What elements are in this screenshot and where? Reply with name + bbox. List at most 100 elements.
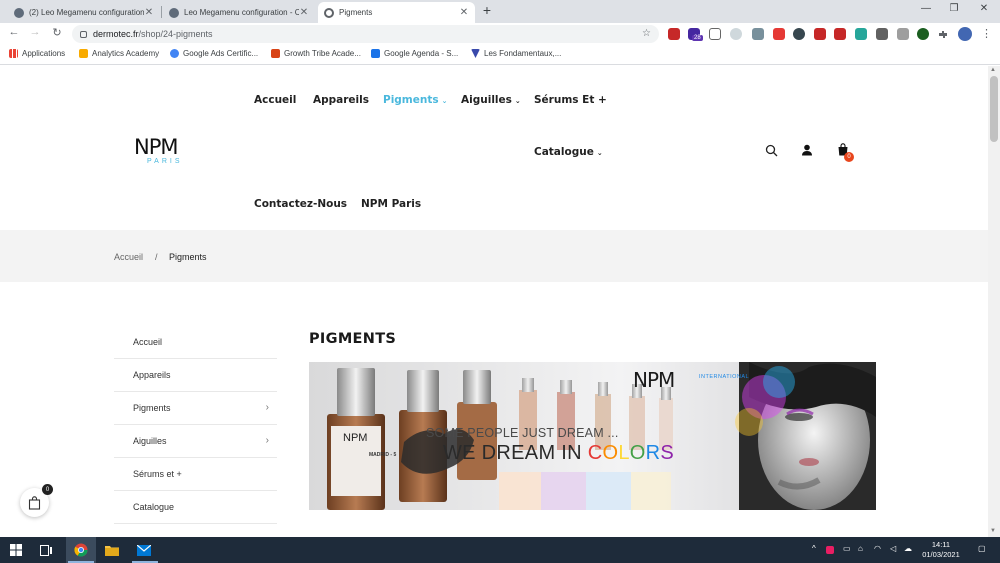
windows-start-icon[interactable] — [8, 542, 24, 558]
apps-grid-icon — [9, 49, 18, 58]
window-minimize-button[interactable]: — — [918, 3, 934, 14]
chevron-down-icon: ⌄ — [441, 97, 448, 105]
network-icon[interactable]: ⌂ — [858, 544, 863, 553]
scroll-up-icon[interactable]: ▲ — [990, 67, 996, 73]
extension-icon[interactable] — [834, 28, 846, 40]
tab-close-icon[interactable]: ✕ — [459, 7, 469, 18]
nav-appareils[interactable]: Appareils — [313, 94, 369, 106]
bookmark-item[interactable]: Growth Tribe Acade... — [271, 49, 361, 58]
address-bar[interactable]: dermotec.fr/shop/24-pigments ☆ — [72, 25, 659, 43]
sidebar-item-accueil[interactable]: Accueil — [114, 326, 277, 359]
notifications-icon[interactable]: ▢ — [978, 544, 986, 553]
bookmark-item[interactable]: Les Fondamentaux,... — [471, 49, 561, 58]
analytics-icon — [79, 49, 88, 58]
banner-colors-letter: O — [629, 442, 646, 464]
tab-favicon-icon — [169, 7, 179, 18]
browser-menu-icon[interactable]: ⋮ — [981, 27, 992, 40]
banner-colors-letter: R — [645, 442, 661, 464]
browser-tab-active[interactable]: Pigments ✕ — [318, 2, 475, 23]
banner-logo-sub: INTERNATIONAL — [699, 374, 750, 380]
page-title: PIGMENTS — [309, 331, 397, 347]
banner-colors-letter: S — [660, 442, 675, 464]
banner-colors-letter: L — [618, 442, 630, 464]
breadcrumb-separator: / — [155, 252, 158, 262]
wifi-icon[interactable]: ◠ — [874, 544, 881, 553]
bookmark-star-icon[interactable]: ☆ — [642, 28, 651, 39]
tab-favicon-icon — [14, 7, 24, 18]
volume-icon[interactable]: ◁ — [890, 544, 896, 553]
bookmark-item[interactable]: Google Agenda - S... — [371, 49, 458, 58]
chevron-down-icon: ⌄ — [514, 97, 521, 105]
sidebar-item-catalogue[interactable]: Catalogue — [114, 491, 277, 524]
extension-icon[interactable] — [793, 28, 805, 40]
reload-button[interactable]: ↻ — [50, 26, 64, 39]
url-path: /shop/24-pigments — [138, 29, 213, 39]
bottle-text: MADRID - 5 — [369, 452, 397, 458]
bookmark-item[interactable]: Google Ads Certific... — [170, 49, 258, 58]
cloud-icon[interactable]: ☁ — [904, 544, 912, 553]
chevron-right-icon: › — [265, 402, 269, 413]
nav-contactez-nous[interactable]: Contactez-Nous — [254, 198, 347, 210]
tray-chevron-icon[interactable]: ^ — [812, 544, 816, 553]
system-clock[interactable]: 14:11 01/03/2021 — [916, 540, 966, 560]
nav-pigments[interactable]: Pigments ⌄ — [383, 94, 448, 106]
nav-catalogue[interactable]: Catalogue ⌄ — [534, 146, 603, 158]
page-scrollbar[interactable]: ▲ ▼ — [988, 66, 1000, 537]
scrollbar-thumb[interactable] — [990, 76, 998, 142]
search-icon[interactable] — [763, 142, 779, 158]
browser-toolbar: ← → ↻ dermotec.fr/shop/24-pigments ☆ 28 … — [0, 23, 1000, 45]
breadcrumb-home-link[interactable]: Accueil — [114, 252, 143, 262]
browser-tab[interactable]: (2) Leo Megamenu configuration ✕ — [8, 2, 160, 23]
file-explorer-icon[interactable] — [104, 542, 120, 558]
tab-separator — [161, 6, 162, 18]
extension-icon[interactable] — [917, 28, 929, 40]
chrome-icon[interactable] — [73, 542, 89, 558]
extension-icon[interactable] — [752, 28, 764, 40]
back-button[interactable]: ← — [7, 26, 21, 38]
extension-icon[interactable] — [855, 28, 867, 40]
cart-count-badge: 0 — [844, 152, 854, 162]
extension-icon[interactable] — [773, 28, 785, 40]
banner-tagline-1: SOME PEOPLE JUST DREAM ... — [426, 426, 619, 440]
sidebar-item-appareils[interactable]: Appareils — [114, 359, 277, 392]
new-tab-button[interactable]: + — [480, 2, 494, 18]
lock-icon — [80, 30, 87, 38]
scroll-down-icon[interactable]: ▼ — [990, 528, 996, 534]
bookmark-apps[interactable]: Applications — [9, 49, 65, 58]
logo-subtext: PARIS — [147, 158, 183, 165]
tab-favicon-icon — [324, 7, 334, 18]
mail-icon[interactable] — [136, 542, 152, 558]
task-view-icon[interactable] — [38, 542, 54, 558]
tab-close-icon[interactable]: ✕ — [144, 7, 154, 18]
window-restore-button[interactable]: ❐ — [946, 3, 962, 14]
extension-badge: 28 — [692, 35, 703, 41]
tray-app-icon[interactable] — [826, 546, 834, 554]
extension-icon[interactable] — [709, 28, 721, 40]
pdf-extension-icon[interactable] — [668, 28, 680, 40]
calendar-icon — [371, 49, 380, 58]
breadcrumb: Accueil / Pigments — [0, 230, 988, 282]
nav-aiguilles[interactable]: Aiguilles ⌄ — [461, 94, 521, 106]
browser-tab[interactable]: Leo Megamenu configuration - C ✕ — [163, 2, 315, 23]
extension-icon[interactable] — [814, 28, 826, 40]
nav-npm-paris[interactable]: NPM Paris — [361, 198, 421, 210]
floating-cart-count: 0 — [42, 484, 53, 495]
tab-close-icon[interactable]: ✕ — [299, 7, 309, 18]
user-account-icon[interactable] — [799, 142, 815, 158]
bookmark-item[interactable]: Analytics Academy — [79, 49, 159, 58]
sidebar-item-pigments[interactable]: Pigments › — [114, 392, 277, 425]
extension-icon[interactable] — [897, 28, 909, 40]
forward-button[interactable]: → — [28, 26, 42, 38]
window-close-button[interactable]: ✕ — [976, 3, 992, 14]
battery-icon[interactable]: ▭ — [843, 544, 851, 553]
puzzle-icon[interactable] — [937, 28, 949, 40]
extension-icon[interactable] — [876, 28, 888, 40]
extension-icon[interactable] — [730, 28, 742, 40]
sidebar-item-aiguilles[interactable]: Aiguilles › — [114, 425, 277, 458]
nav-accueil[interactable]: Accueil — [254, 94, 296, 106]
site-logo[interactable]: NPM PARIS — [134, 136, 194, 170]
tab-title: Pigments — [339, 8, 373, 17]
nav-serums[interactable]: Sérums Et + — [534, 94, 607, 106]
profile-avatar[interactable] — [958, 27, 972, 41]
sidebar-item-serums[interactable]: Sérums et + — [114, 458, 277, 491]
